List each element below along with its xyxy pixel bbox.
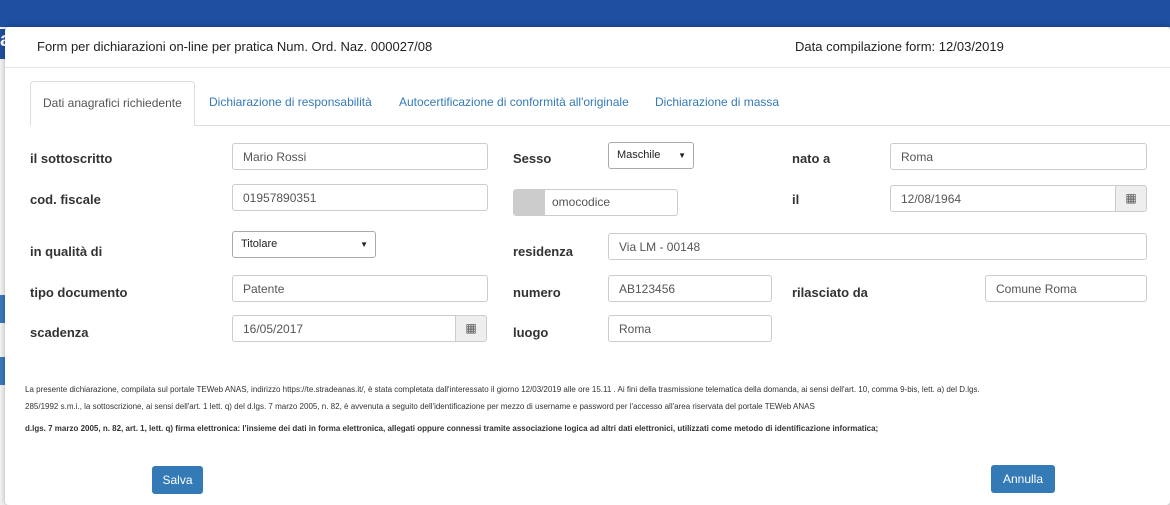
label-luogo: luogo — [513, 325, 549, 340]
residenza-input[interactable]: Via LM - 00148 — [608, 233, 1147, 260]
tab-dati-anagrafici[interactable]: Dati anagrafici richiedente — [30, 81, 195, 126]
label-qualita: in qualità di — [30, 244, 103, 259]
label-rilasciato-da: rilasciato da — [792, 285, 868, 300]
label-il: il — [792, 192, 800, 207]
tipo-documento-input[interactable]: Patente — [232, 275, 488, 302]
tab-bar: Dati anagrafici richiedente Dichiarazion… — [30, 81, 1170, 126]
il-date-input[interactable]: 12/08/1964 — [890, 185, 1116, 212]
tab-autocertificazione[interactable]: Autocertificazione di conformità all'ori… — [399, 81, 629, 124]
modal-title: Form per dichiarazioni on-line per prati… — [37, 39, 433, 54]
omocodice-toggle[interactable]: omocodice — [513, 189, 678, 216]
chevron-down-icon: ▼ — [360, 240, 368, 249]
omocodice-label: omocodice — [552, 195, 611, 209]
sottoscritto-input[interactable]: Mario Rossi — [232, 143, 488, 170]
label-scadenza: scadenza — [30, 325, 89, 340]
cancel-button[interactable]: Annulla — [991, 465, 1055, 493]
label-sesso: Sesso — [513, 151, 552, 166]
app-top-bar — [0, 0, 1170, 27]
save-button[interactable]: Salva — [152, 466, 203, 494]
label-nato-a: nato a — [792, 151, 831, 166]
compilation-date: Data compilazione form: 12/03/2019 — [795, 39, 1004, 54]
label-numero: numero — [513, 285, 561, 300]
tab-dichiarazione-responsabilita[interactable]: Dichiarazione di responsabilità — [209, 81, 372, 124]
label-residenza: residenza — [513, 244, 573, 259]
luogo-input[interactable]: Roma — [608, 315, 772, 342]
modal-header: Form per dichiarazioni on-line per prati… — [5, 27, 1170, 68]
cod-fiscale-input[interactable]: 01957890351 — [232, 184, 488, 211]
nato-a-input[interactable]: Roma — [890, 143, 1147, 170]
tab-dichiarazione-massa[interactable]: Dichiarazione di massa — [655, 81, 779, 124]
qualita-value: Titolare — [241, 238, 278, 250]
qualita-select[interactable]: Titolare ▼ — [232, 231, 376, 258]
chevron-down-icon: ▼ — [678, 151, 686, 160]
sesso-select[interactable]: Maschile ▼ — [608, 142, 694, 169]
label-tipo-documento: tipo documento — [30, 285, 128, 300]
legal-note: d.lgs. 7 marzo 2005, n. 82, art. 1, lett… — [25, 424, 879, 433]
declaration-note: La presente dichiarazione, compilata sul… — [25, 385, 980, 394]
label-sottoscritto: il sottoscritto — [30, 151, 113, 166]
label-cod-fiscale: cod. fiscale — [30, 192, 101, 207]
declaration-note: 285/1992 s.m.i., la sottoscrizione, ai s… — [25, 402, 815, 411]
calendar-icon[interactable]: ▦ — [455, 315, 487, 342]
rilasciato-da-input[interactable]: Comune Roma — [985, 275, 1147, 302]
toggle-switch[interactable] — [514, 190, 545, 215]
scadenza-date-input[interactable]: 16/05/2017 — [232, 315, 456, 342]
declaration-modal: Form per dichiarazioni on-line per prati… — [5, 27, 1170, 505]
sesso-value: Maschile — [617, 149, 661, 161]
numero-input[interactable]: AB123456 — [608, 275, 772, 302]
calendar-icon[interactable]: ▦ — [1115, 185, 1147, 212]
